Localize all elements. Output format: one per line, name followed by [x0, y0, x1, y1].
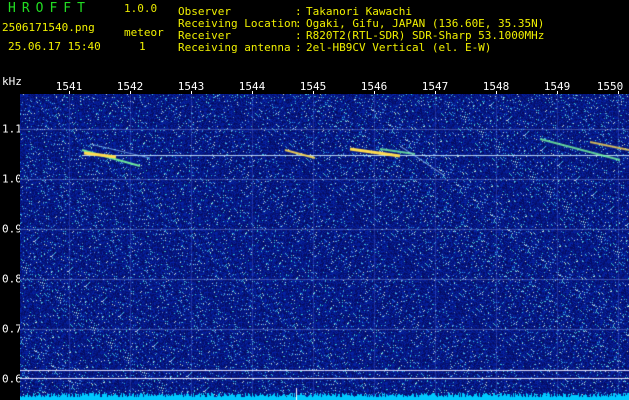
antenna-label: Receiving antenna [178, 41, 291, 54]
detector-count: 1 [139, 40, 146, 53]
x-tick-label: 1550 [596, 80, 624, 93]
file-name: 2506171540.png [2, 21, 95, 34]
observer-label: Observer [178, 5, 231, 18]
spectrogram [20, 94, 629, 400]
y-tick-label: 0.9 [2, 222, 22, 236]
observer-value: Takanori Kawachi [306, 5, 412, 18]
y-tick-label: 0.6 [2, 372, 22, 386]
receiver-colon: : [295, 29, 302, 42]
location-value: Ogaki, Gifu, JAPAN (136.60E, 35.35N) [306, 17, 545, 30]
detector-label: meteor [124, 26, 164, 39]
antenna-value: 2el-HB9CV Vertical (el. E-W) [306, 41, 492, 54]
header-panel: HROFFT 1.0.0 2506171540.png 25.06.17 15:… [0, 0, 629, 75]
observer-colon: : [295, 5, 302, 18]
antenna-colon: : [295, 41, 302, 54]
location-label: Receiving Location [178, 17, 298, 30]
y-tick-label: 1.0 [2, 172, 22, 186]
y-axis-unit: kHz [2, 75, 22, 88]
app-name: HROFFT [8, 1, 91, 16]
app-version: 1.0.0 [124, 2, 158, 15]
y-tick-label: 1.1 [2, 122, 22, 136]
y-tick-label: 0.7 [2, 322, 22, 336]
y-tick-label: 0.8 [2, 272, 22, 286]
receiver-label: Receiver [178, 29, 231, 42]
receiver-value: R820T2(RTL-SDR) SDR-Sharp 53.1000MHz [306, 29, 545, 42]
file-datetime: 25.06.17 15:40 [8, 40, 101, 53]
location-colon: : [295, 17, 302, 30]
